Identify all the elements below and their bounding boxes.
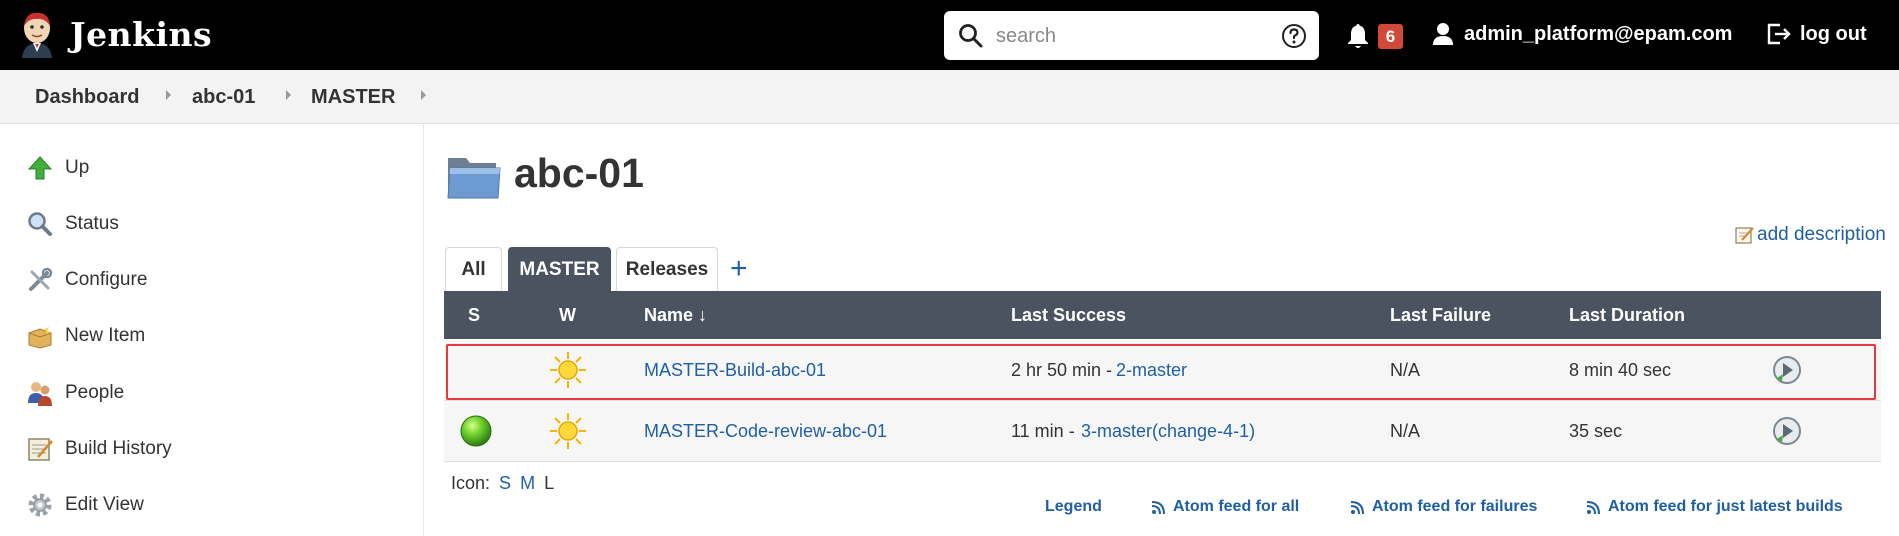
tab-releases[interactable]: Releases	[616, 247, 718, 291]
row-highlight-box	[446, 344, 1876, 400]
weather-sunny-icon	[550, 413, 586, 449]
add-view-button[interactable]: +	[730, 254, 748, 284]
rss-icon	[1351, 500, 1364, 514]
breadcrumb-master[interactable]: MASTER	[311, 86, 395, 109]
column-header-last-duration[interactable]: Last Duration	[1569, 305, 1685, 326]
wrench-screwdriver-icon	[26, 266, 54, 294]
breadcrumb: Dashboard abc-01 MASTER	[0, 70, 1899, 124]
add-description-label: add description	[1757, 224, 1886, 245]
legend-link[interactable]: Legend	[1045, 498, 1102, 516]
search-box	[944, 11, 1319, 60]
atom-feed-all-label: Atom feed for all	[1173, 498, 1300, 515]
sidebar-item-label: People	[65, 382, 125, 403]
magnifier-icon	[26, 210, 54, 238]
column-header-last-success[interactable]: Last Success	[1011, 305, 1126, 326]
sidebar-item-label: Configure	[65, 269, 148, 290]
sidebar-item-people[interactable]: People	[26, 378, 124, 408]
status-success-ball-icon	[460, 415, 492, 447]
atom-feed-all-link[interactable]: Atom feed for all	[1152, 498, 1299, 516]
up-arrow-icon	[26, 154, 54, 182]
add-description-link[interactable]: add description	[1735, 224, 1886, 246]
app-name: Jenkins	[70, 14, 213, 54]
people-icon	[26, 379, 54, 407]
sidebar-item-configure[interactable]: Configure	[26, 265, 147, 295]
jenkins-logo[interactable]: Jenkins	[18, 10, 212, 58]
tab-master[interactable]: MASTER	[508, 247, 611, 291]
search-icon	[959, 24, 983, 48]
sidebar-item-label: Status	[65, 213, 119, 234]
tab-all[interactable]: All	[445, 247, 502, 291]
column-header-last-failure[interactable]: Last Failure	[1390, 305, 1491, 326]
atom-feed-latest-label: Atom feed for just latest builds	[1608, 498, 1843, 515]
sidebar-item-label: Up	[65, 157, 90, 178]
breadcrumb-chevron-icon[interactable]	[421, 90, 426, 100]
icon-size-selector: Icon: S M L	[451, 473, 554, 494]
sidebar-item-status[interactable]: Status	[26, 209, 119, 239]
top-header: Jenkins 6 admin_platform@epam.com log	[0, 0, 1899, 70]
icon-size-label: Icon:	[451, 473, 491, 493]
sidebar-item-label: Build History	[65, 438, 172, 459]
gear-icon	[26, 491, 54, 519]
user-menu[interactable]: admin_platform@epam.com	[1432, 22, 1732, 46]
sidebar-item-up[interactable]: Up	[26, 153, 89, 183]
sidebar: Up Status Configure New Item People Buil…	[0, 125, 424, 536]
logout-label: log out	[1800, 22, 1867, 45]
column-header-name[interactable]: Name ↓	[644, 305, 707, 326]
notification-count-badge[interactable]: 6	[1378, 24, 1403, 49]
table-row: MASTER-Code-review-abc-01 11 min - 3-mas…	[444, 401, 1881, 462]
new-package-icon	[26, 322, 54, 350]
last-duration: 35 sec	[1569, 421, 1623, 441]
column-header-status[interactable]: S	[468, 305, 480, 326]
breadcrumb-dashboard[interactable]: Dashboard	[35, 86, 139, 109]
logout-icon	[1767, 23, 1791, 45]
breadcrumb-abc-01[interactable]: abc-01	[192, 86, 255, 109]
table-header: S W Name ↓ Last Success Last Failure Las…	[444, 291, 1881, 339]
breadcrumb-chevron-icon[interactable]	[286, 90, 291, 100]
atom-feed-latest-link[interactable]: Atom feed for just latest builds	[1587, 498, 1843, 516]
user-icon	[1433, 23, 1453, 45]
icon-size-m[interactable]: M	[520, 473, 535, 493]
rss-icon	[1152, 500, 1165, 514]
jenkins-butler-icon	[22, 12, 52, 58]
page-title: abc-01	[514, 150, 644, 196]
folder-icon	[447, 158, 501, 199]
icon-size-l: L	[544, 473, 555, 493]
sidebar-item-build-history[interactable]: Build History	[26, 434, 172, 464]
last-success-time: 11 min -	[1011, 421, 1075, 441]
breadcrumb-chevron-icon[interactable]	[166, 90, 171, 100]
column-header-weather[interactable]: W	[559, 305, 576, 326]
atom-feed-failures-label: Atom feed for failures	[1372, 498, 1538, 515]
logout-link[interactable]: log out	[1766, 22, 1867, 46]
sidebar-item-label: New Item	[65, 325, 146, 346]
atom-feed-failures-link[interactable]: Atom feed for failures	[1351, 498, 1537, 516]
user-name: admin_platform@epam.com	[1464, 22, 1733, 45]
search-input[interactable]	[996, 21, 1256, 51]
sidebar-item-edit-view[interactable]: Edit View	[26, 490, 144, 520]
last-success-build-link[interactable]: 3-master(change-4-1)	[1081, 421, 1255, 442]
rss-icon	[1587, 500, 1600, 514]
last-failure: N/A	[1390, 421, 1421, 441]
icon-size-s[interactable]: S	[499, 473, 511, 493]
sidebar-item-new-item[interactable]: New Item	[26, 321, 145, 351]
job-link[interactable]: MASTER-Code-review-abc-01	[644, 421, 887, 442]
notepad-icon	[26, 435, 54, 463]
schedule-build-icon[interactable]	[1771, 415, 1803, 447]
edit-description-icon	[1735, 227, 1754, 244]
help-icon[interactable]	[1281, 23, 1307, 49]
notification-bell-icon[interactable]	[1345, 22, 1371, 50]
sidebar-item-label: Edit View	[65, 494, 144, 515]
